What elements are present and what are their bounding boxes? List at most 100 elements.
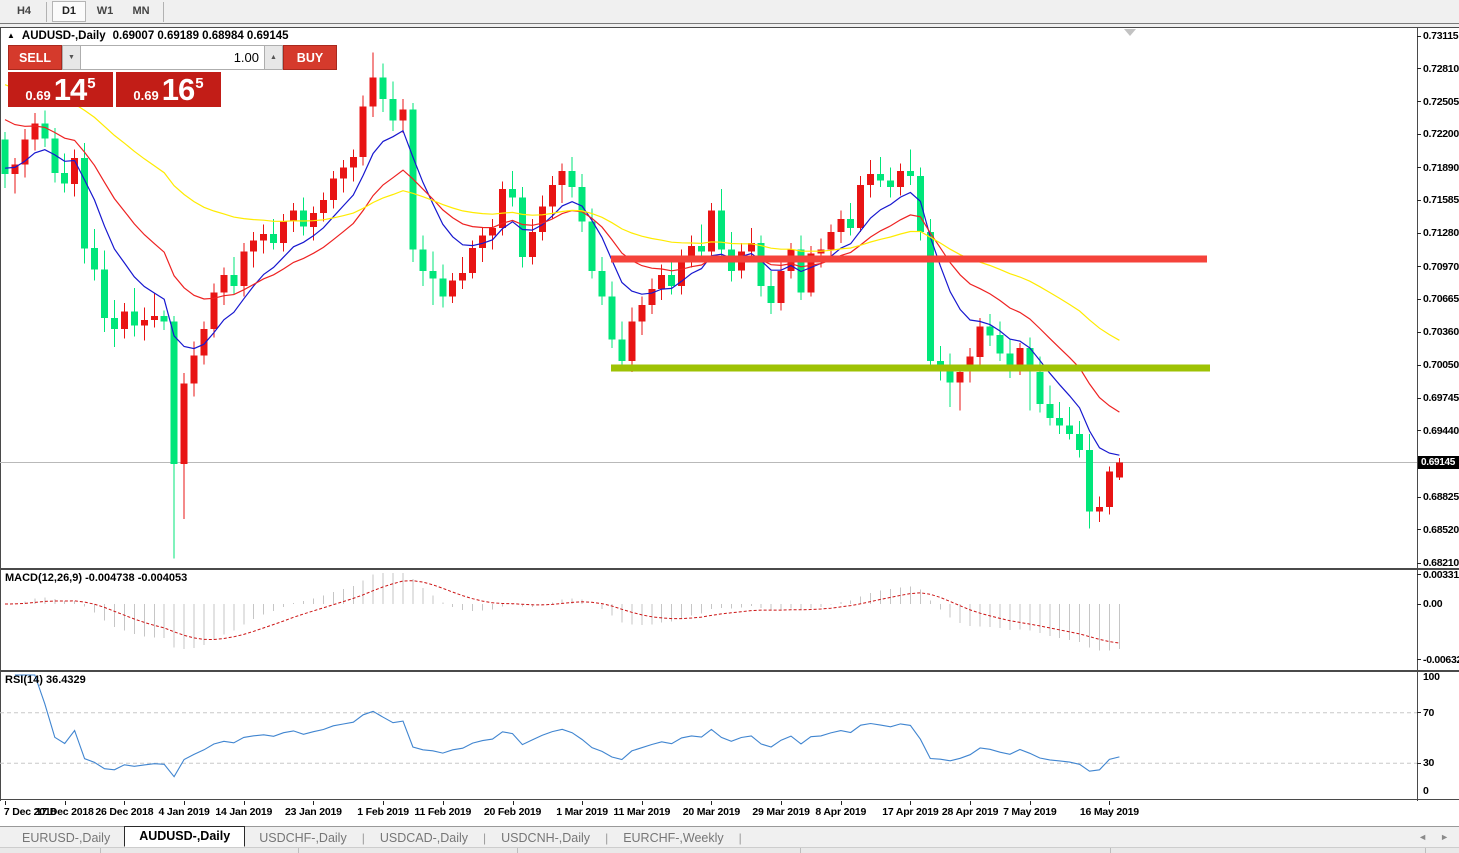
price-axis-tick <box>1417 331 1421 333</box>
one-click-trading-widget: SELL ▼ ▲ BUY 0.69 14 5 0.69 16 5 <box>8 45 337 107</box>
candle-body <box>668 275 676 286</box>
candle-body <box>280 221 288 243</box>
volume-up-icon[interactable]: ▲ <box>264 45 283 70</box>
buy-price-big: 16 <box>161 72 195 107</box>
candle-body <box>130 311 138 326</box>
price-axis-tick <box>1417 496 1421 498</box>
sell-price-box[interactable]: 0.69 14 5 <box>8 72 113 107</box>
price-axis-tick <box>1417 298 1421 300</box>
macd-axis-label: 0.003319 <box>1423 568 1459 581</box>
price-axis-tick <box>1417 562 1421 564</box>
candle-body <box>270 234 278 243</box>
candle-body <box>140 320 148 326</box>
buy-price-prefix: 0.69 <box>133 87 159 103</box>
scroll-to-end-icon[interactable] <box>1124 29 1136 36</box>
tab-usdchf-daily[interactable]: USDCHF-,Daily <box>245 829 361 847</box>
price-tick-label: 0.72505 <box>1423 95 1459 108</box>
main-chart-panel[interactable] <box>0 28 1417 568</box>
tab-audusd-daily[interactable]: AUDUSD-,Daily <box>124 826 246 847</box>
status-strip-divider <box>100 848 101 853</box>
macd-panel[interactable]: MACD(12,26,9) -0.004738 -0.004053 <box>0 570 1417 670</box>
candle-body <box>648 289 656 306</box>
price-tick-label: 0.70050 <box>1423 359 1459 372</box>
sell-price-prefix: 0.69 <box>25 87 51 103</box>
date-axis-tick <box>243 801 245 805</box>
candle-body <box>897 170 904 187</box>
candle-body <box>120 311 128 329</box>
candle-body <box>389 98 397 121</box>
candle-body <box>150 315 158 321</box>
support-line[interactable] <box>611 364 1210 372</box>
candle-body <box>628 321 636 362</box>
timeframe-button-h4[interactable]: H4 <box>7 1 41 22</box>
rsi-chart <box>0 674 1417 778</box>
current-price-tag: 0.69145 <box>1418 456 1459 470</box>
toolbar-separator <box>163 1 164 22</box>
volume-down-icon[interactable]: ▼ <box>62 45 81 70</box>
price-axis-tick <box>1417 529 1421 531</box>
rsi-axis-label: 100 <box>1423 671 1440 683</box>
candle-body <box>250 240 258 252</box>
timeframe-toolbar: H4 D1 W1 MN <box>0 0 1459 24</box>
candle-body <box>170 321 178 465</box>
candle-body <box>180 383 188 465</box>
candle-body <box>1115 462 1123 478</box>
price-axis-tick <box>1417 430 1421 432</box>
price-axis-tick <box>1417 397 1421 399</box>
candle-body <box>767 285 775 303</box>
buy-price-pip: 5 <box>195 74 204 92</box>
tab-scroll-right-icon[interactable]: ► <box>1440 832 1449 842</box>
date-axis-tick <box>313 801 315 805</box>
price-tick-label: 0.73115 <box>1423 30 1459 42</box>
chart-ohlc-values: 0.69007 0.69189 0.68984 0.69145 <box>112 30 289 42</box>
date-axis-tick <box>5 801 6 805</box>
tab-usdcnh-daily[interactable]: USDCNH-,Daily <box>487 829 604 847</box>
buy-price-box[interactable]: 0.69 16 5 <box>116 72 221 107</box>
candle-body <box>698 246 705 252</box>
rsi-panel[interactable]: RSI(14) 36.4329 <box>0 672 1417 799</box>
date-axis-tick <box>582 801 584 805</box>
price-tick-label: 0.72200 <box>1423 128 1459 141</box>
candle-body <box>71 158 79 184</box>
candle-body <box>240 251 248 286</box>
buy-button[interactable]: BUY <box>283 45 337 70</box>
price-tick-label: 0.72810 <box>1423 62 1459 75</box>
tab-eurchf-weekly[interactable]: EURCHF-,Weekly <box>609 829 737 847</box>
resistance-line[interactable] <box>611 255 1207 263</box>
candle-body <box>1 139 9 175</box>
date-axis-tick <box>970 801 972 805</box>
status-strip <box>0 847 1459 853</box>
volume-input[interactable] <box>81 45 264 70</box>
candle-body <box>717 210 725 250</box>
date-tick-label: 28 Apr 2019 <box>941 806 999 818</box>
candle-body <box>638 305 646 322</box>
candle-body <box>658 275 666 290</box>
tab-eurusd-daily[interactable]: EURUSD-,Daily <box>8 829 124 847</box>
price-axis-tick <box>1417 266 1421 267</box>
timeframe-button-w1[interactable]: W1 <box>88 1 122 22</box>
rsi-value: 36.4329 <box>45 674 86 686</box>
macd-chart <box>4 573 1120 651</box>
price-axis-tick <box>1417 232 1421 234</box>
price-tick-label: 0.68210 <box>1423 557 1459 569</box>
timeframe-button-mn[interactable]: MN <box>124 1 158 22</box>
timeframe-button-d1[interactable]: D1 <box>52 1 86 22</box>
price-axis-line[interactable] <box>1417 28 1418 801</box>
tab-usdcad-daily[interactable]: USDCAD-,Daily <box>366 829 482 847</box>
candle-body <box>906 170 914 177</box>
rsi-axis-tick <box>1417 762 1421 764</box>
candle-body <box>588 221 596 271</box>
tab-separator: | <box>483 831 487 845</box>
tab-scroll-left-icon[interactable]: ◄ <box>1418 832 1427 842</box>
price-tick-label: 0.68520 <box>1423 523 1459 536</box>
price-tick-label: 0.70360 <box>1423 326 1459 338</box>
status-strip-divider <box>1425 848 1426 853</box>
tab-separator: | <box>361 831 365 845</box>
candle-body <box>300 210 307 227</box>
sell-button[interactable]: SELL <box>8 45 62 70</box>
price-axis-tick <box>1417 101 1421 102</box>
candle-body <box>986 326 994 336</box>
price-tick-label: 0.71890 <box>1423 161 1459 174</box>
collapse-triangle-icon[interactable]: ▲ <box>7 31 15 40</box>
date-axis-tick <box>641 801 643 805</box>
